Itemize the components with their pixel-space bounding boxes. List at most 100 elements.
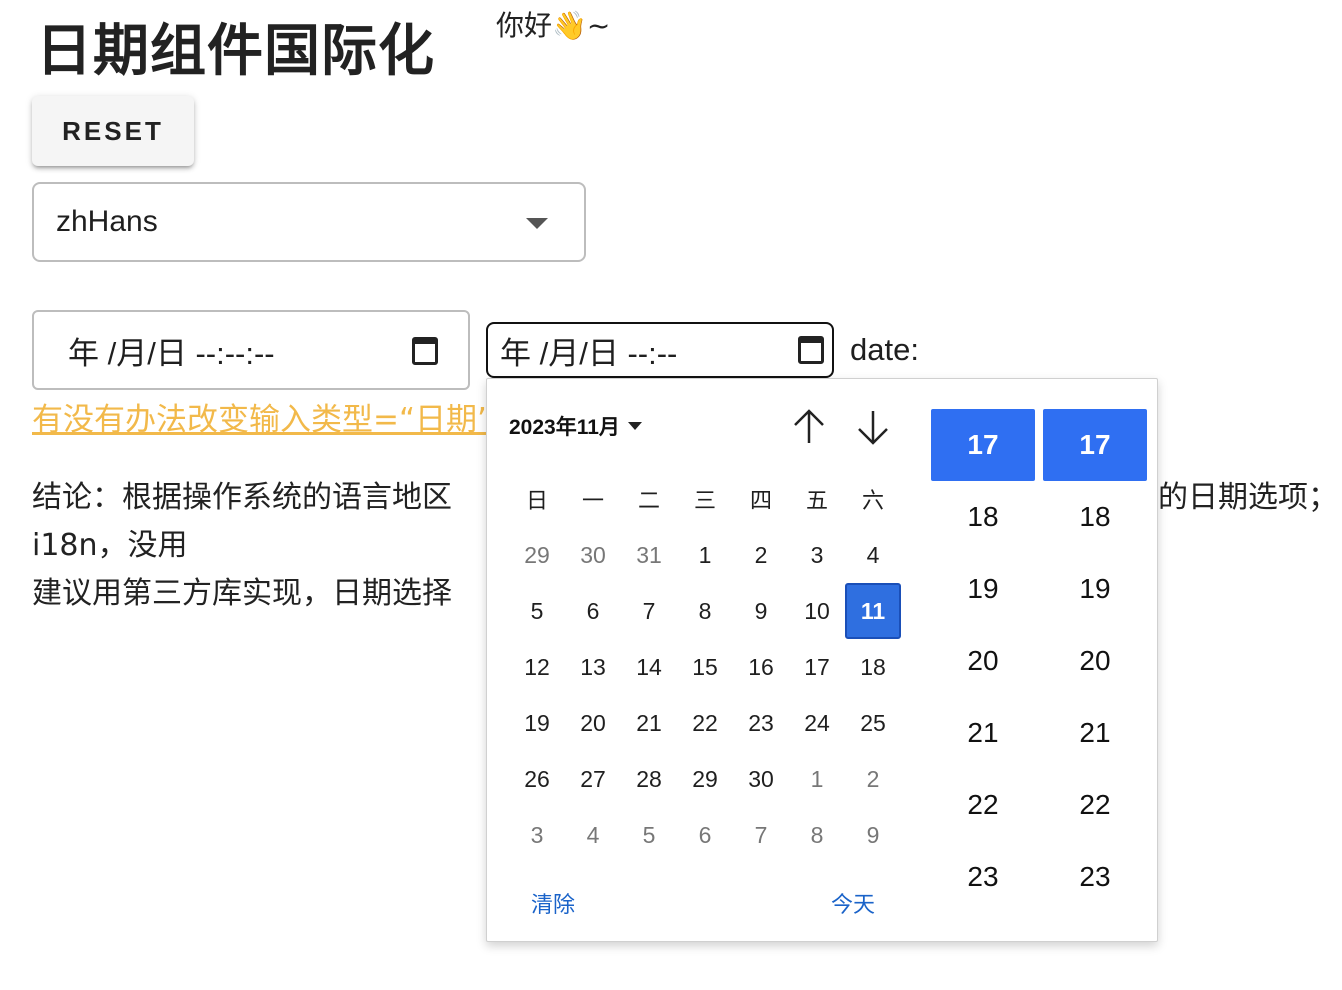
hour-option[interactable]: 20 (931, 625, 1035, 697)
caret-down-icon (627, 422, 642, 430)
calendar-day[interactable]: 8 (789, 807, 845, 863)
weekday-label: 日 (525, 488, 548, 513)
minute-option[interactable]: 17 (1043, 409, 1147, 481)
calendar-day[interactable]: 25 (845, 695, 901, 751)
clear-button[interactable]: 清除 (531, 887, 575, 919)
calendar-day[interactable]: 1 (789, 751, 845, 807)
calendar-day[interactable]: 23 (733, 695, 789, 751)
minute-column: 17 18 19 20 21 22 23 (1043, 409, 1147, 913)
reset-button[interactable]: RESET (32, 96, 194, 166)
month-year-label: 2023年11月 (509, 416, 620, 439)
arrow-up-icon[interactable] (789, 405, 829, 449)
calendar-day[interactable]: 13 (565, 639, 621, 695)
weekday-label: 三 (693, 488, 716, 513)
conclusion-line-1: 结论：根据操作系统的语言地区 (32, 480, 452, 515)
calendar-week-row: 5 6 7 8 9 10 11 (509, 583, 901, 639)
minute-option[interactable]: 20 (1043, 625, 1147, 697)
calendar-day[interactable]: 2 (733, 527, 789, 583)
calendar-day[interactable]: 20 (565, 695, 621, 751)
weekday-label: 五 (805, 488, 828, 513)
hour-option[interactable]: 17 (931, 409, 1035, 481)
calendar-day[interactable]: 12 (509, 639, 565, 695)
weekday-label: 二 (637, 488, 660, 513)
calendar-day[interactable]: 17 (789, 639, 845, 695)
datetime-input-active-value: 年 /月/日 --:-- (500, 335, 678, 371)
calendar-day[interactable]: 6 (565, 583, 621, 639)
calendar-day[interactable]: 8 (677, 583, 733, 639)
minute-option[interactable]: 22 (1043, 769, 1147, 841)
hour-column: 17 18 19 20 21 22 23 (931, 409, 1035, 913)
calendar-week-row: 19 20 21 22 23 24 25 (509, 695, 901, 751)
calendar-day[interactable]: 2 (845, 751, 901, 807)
calendar-week-row: 29 30 31 1 2 3 4 (509, 527, 901, 583)
calendar-day[interactable]: 30 (565, 527, 621, 583)
conclusion-line-2: i18n，没用 (32, 528, 188, 563)
calendar-day[interactable]: 15 (677, 639, 733, 695)
calendar-day[interactable]: 21 (621, 695, 677, 751)
datetime-picker-popup: 2023年11月 日一二三四五六 29 30 31 1 2 3 4 5 6 7 8 9 10 11 12 13… (486, 378, 1158, 942)
calendar-day[interactable]: 16 (733, 639, 789, 695)
calendar-day[interactable]: 28 (621, 751, 677, 807)
page-title: 日期组件国际化 (36, 19, 435, 84)
calendar-day[interactable]: 18 (845, 639, 901, 695)
calendar-day[interactable]: 29 (509, 527, 565, 583)
calendar-day[interactable]: 31 (621, 527, 677, 583)
date-label: date: (850, 332, 919, 367)
weekday-label: 六 (861, 488, 884, 513)
calendar-day[interactable]: 24 (789, 695, 845, 751)
weekday-label: 四 (749, 488, 772, 513)
locale-select[interactable]: zhHans (32, 182, 586, 262)
hour-option[interactable]: 19 (931, 553, 1035, 625)
calendar-day[interactable]: 3 (789, 527, 845, 583)
calendar-day[interactable]: 4 (565, 807, 621, 863)
datetime-input-active[interactable]: 年 /月/日 --:-- (486, 322, 834, 378)
calendar-week-row: 12 13 14 15 16 17 18 (509, 639, 901, 695)
chevron-down-icon (526, 218, 548, 229)
calendar-day[interactable]: 4 (845, 527, 901, 583)
hour-option[interactable]: 22 (931, 769, 1035, 841)
calendar-day-selected[interactable]: 11 (845, 583, 901, 639)
minute-option[interactable]: 18 (1043, 481, 1147, 553)
datetime-input-value: 年 /月/日 --:--:-- (68, 335, 275, 371)
calendar-day[interactable]: 5 (621, 807, 677, 863)
calendar-icon[interactable] (798, 336, 824, 364)
today-button[interactable]: 今天 (831, 887, 875, 919)
calendar-day[interactable]: 7 (621, 583, 677, 639)
calendar-icon[interactable] (412, 337, 438, 365)
calendar-day[interactable]: 29 (677, 751, 733, 807)
hour-option[interactable]: 18 (931, 481, 1035, 553)
calendar-day[interactable]: 10 (789, 583, 845, 639)
stackoverflow-link[interactable]: 有没有办法改变输入类型=“日期” (32, 394, 493, 439)
calendar-week-row: 26 27 28 29 30 1 2 (509, 751, 901, 807)
calendar-day[interactable]: 9 (733, 583, 789, 639)
conclusion-line-1-end: 的日期选项； (1158, 480, 1338, 515)
calendar-day[interactable]: 27 (565, 751, 621, 807)
weekday-label: 一 (581, 488, 604, 513)
calendar-day[interactable]: 26 (509, 751, 565, 807)
greeting-text: 你好👋~ (496, 9, 611, 42)
locale-select-value: zhHans (56, 205, 158, 238)
calendar-day[interactable]: 3 (509, 807, 565, 863)
calendar-day[interactable]: 14 (621, 639, 677, 695)
calendar-day[interactable]: 22 (677, 695, 733, 751)
calendar-grid: 日一二三四五六 29 30 31 1 2 3 4 5 6 7 8 9 10 11 12 13 14 15 16 17 1… (509, 471, 901, 863)
calendar-week-row: 3456789 (509, 807, 901, 863)
month-year-selector[interactable]: 2023年11月 (509, 411, 642, 441)
minute-option[interactable]: 21 (1043, 697, 1147, 769)
calendar-day[interactable]: 9 (845, 807, 901, 863)
arrow-down-icon[interactable] (853, 405, 893, 449)
conclusion-text: 结论：根据操作系统的语言地区 的日期选项； i18n，没用 建议用第三方库实现，… (32, 474, 1338, 618)
datetime-input[interactable]: 年 /月/日 --:--:-- (32, 310, 470, 390)
calendar-day[interactable]: 1 (677, 527, 733, 583)
hour-option[interactable]: 23 (931, 841, 1035, 913)
calendar-day[interactable]: 6 (677, 807, 733, 863)
minute-option[interactable]: 23 (1043, 841, 1147, 913)
minute-option[interactable]: 19 (1043, 553, 1147, 625)
calendar-weeks: 29 30 31 1 2 3 4 5 6 7 8 9 10 11 12 13 14 15 16 17 18 19 20 21 2… (509, 527, 901, 863)
calendar-day[interactable]: 30 (733, 751, 789, 807)
calendar-day[interactable]: 19 (509, 695, 565, 751)
conclusion-line-3: 建议用第三方库实现，日期选择 (32, 576, 452, 611)
calendar-day[interactable]: 5 (509, 583, 565, 639)
hour-option[interactable]: 21 (931, 697, 1035, 769)
calendar-day[interactable]: 7 (733, 807, 789, 863)
